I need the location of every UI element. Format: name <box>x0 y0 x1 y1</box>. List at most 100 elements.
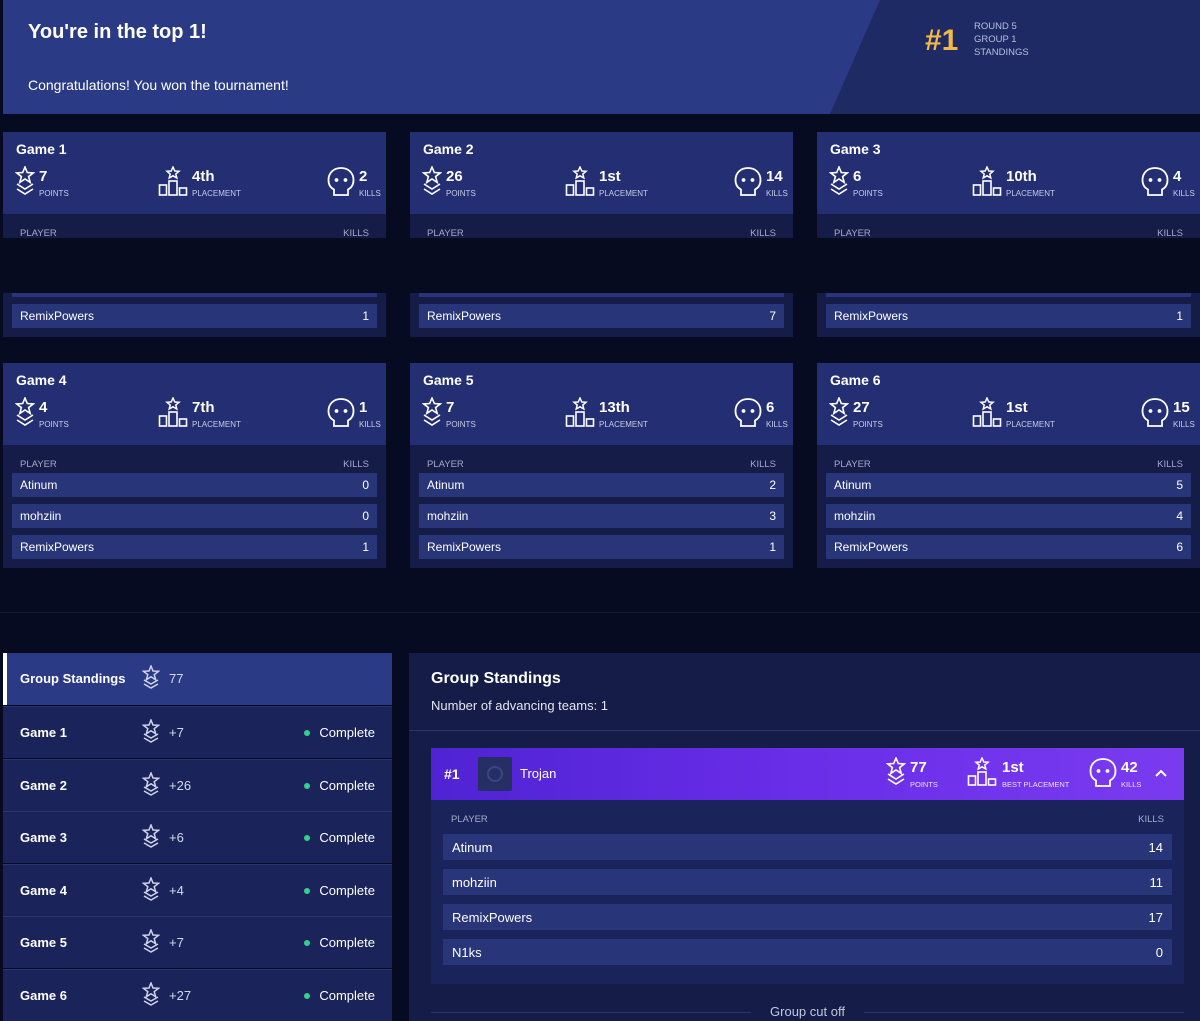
panel-divider <box>409 730 1200 731</box>
skull-icon <box>327 397 355 434</box>
sidebar-item-group-standings[interactable]: Group Standings 77 <box>3 653 392 705</box>
player-name: RemixPowers <box>20 540 95 554</box>
points-value: 4 <box>39 399 48 416</box>
team-points-value: 77 <box>910 759 927 776</box>
skull-icon <box>327 166 355 203</box>
player-kills: 5 <box>1176 478 1183 492</box>
chevron-up-icon[interactable] <box>1154 766 1168 785</box>
sidebar-item-label: Game 2 <box>20 777 67 793</box>
sidebar-item-game[interactable]: Game 4 +4 Complete <box>3 863 392 916</box>
points-label: POINTS <box>39 420 69 429</box>
player-kills: 1 <box>769 540 776 554</box>
sidebar-item-game[interactable]: Game 3 +6 Complete <box>3 811 392 864</box>
game-player-table: PLAYER KILLS Atinum 5 mohziin 4 RemixPow… <box>817 445 1200 568</box>
placement-label: PLACEMENT <box>1006 420 1055 429</box>
banner-rank: #1 <box>925 24 959 57</box>
game-title: Game 6 <box>830 372 881 388</box>
skull-icon <box>1141 397 1169 434</box>
result-banner: You're in the top 1! Congratulations! Yo… <box>3 0 1200 114</box>
points-value: 6 <box>853 168 862 185</box>
game-title: Game 3 <box>830 141 881 157</box>
team-player-table: PLAYER KILLS Atinum 14 mohziin 11 RemixP… <box>431 800 1184 965</box>
medal-icon <box>141 980 161 1013</box>
sidebar-item-points: +7 <box>169 725 184 740</box>
player-name: RemixPowers <box>427 309 502 323</box>
player-row: mohziin 3 <box>419 504 784 528</box>
player-name: mohziin <box>452 875 497 890</box>
placement-value: 13th <box>599 399 630 416</box>
player-name: Atinum <box>834 478 872 492</box>
podium-icon <box>972 396 1002 434</box>
game-card-header: Game 4 4 POINTS 7th PLACEMENT 1 KILLS <box>3 363 386 445</box>
player-kills: 2 <box>769 478 776 492</box>
player-column-header: PLAYER <box>834 459 871 470</box>
kills-label: KILLS <box>766 420 788 429</box>
player-name: mohziin <box>427 509 469 523</box>
kills-value: 4 <box>1173 168 1182 185</box>
player-kills: 0 <box>1155 945 1163 960</box>
player-row: RemixPowers 1 <box>419 535 784 559</box>
player-name: RemixPowers <box>427 540 502 554</box>
podium-icon <box>967 756 997 792</box>
player-kills: 14 <box>1148 840 1163 855</box>
points-value: 27 <box>853 399 870 416</box>
status-label: Complete <box>319 725 375 740</box>
skull-icon <box>734 166 762 203</box>
player-row: RemixPowers 1 <box>12 304 377 328</box>
player-row: RemixPowers 7 <box>419 304 784 328</box>
player-name: Atinum <box>427 478 465 492</box>
game-card: Game 3 6 POINTS 10th PLACEMENT 4 KILLS P… <box>817 132 1200 337</box>
kills-column-header: KILLS <box>343 459 369 470</box>
player-column-header: PLAYER <box>20 459 57 470</box>
team-card: #1 Trojan 77 POINTS 1st BEST PLACEMENT 4… <box>431 748 1184 984</box>
game-card: Game 5 7 POINTS 13th PLACEMENT 6 KILLS P… <box>410 363 793 568</box>
player-name: RemixPowers <box>452 910 533 925</box>
skull-icon <box>734 397 762 434</box>
kills-label: KILLS <box>1173 189 1195 198</box>
player-row: Atinum 2 <box>419 473 784 497</box>
table-header: PLAYER KILLS <box>443 800 1172 834</box>
player-name: RemixPowers <box>834 309 909 323</box>
game-title: Game 1 <box>16 141 67 157</box>
kills-label: KILLS <box>359 189 381 198</box>
sidebar-item-points: 77 <box>169 671 184 686</box>
player-row: mohziin 4 <box>826 504 1191 528</box>
player-kills: 17 <box>1148 910 1163 925</box>
game-title: Game 5 <box>423 372 474 388</box>
sidebar-item-label: Game 5 <box>20 935 67 951</box>
team-header[interactable]: #1 Trojan 77 POINTS 1st BEST PLACEMENT 4… <box>431 748 1184 800</box>
sidebar-item-points: +6 <box>169 830 184 846</box>
sidebar-item-points: +27 <box>169 988 192 1003</box>
sidebar-item-game[interactable]: Game 2 +26 Complete <box>3 758 392 811</box>
player-kills: 1 <box>1176 309 1183 323</box>
banner-subtitle: Congratulations! You won the tournament! <box>28 77 289 93</box>
player-column-header: PLAYER <box>451 814 488 825</box>
sidebar-item-game[interactable]: Game 6 +27 Complete <box>3 969 392 1021</box>
skull-icon <box>1089 757 1117 794</box>
team-logo <box>478 757 512 791</box>
sidebar-item-label: Game 3 <box>20 830 67 846</box>
kills-value: 6 <box>766 399 775 416</box>
player-name: RemixPowers <box>834 540 909 554</box>
group-cutoff: Group cut off <box>431 1003 1184 1021</box>
medal-icon <box>421 164 443 203</box>
medal-icon <box>141 823 161 855</box>
game-card-header: Game 6 27 POINTS 1st PLACEMENT 15 KILLS <box>817 363 1200 445</box>
player-kills: 4 <box>1176 509 1183 523</box>
team-points-label: POINTS <box>910 780 938 789</box>
placement-value: 10th <box>1006 168 1037 185</box>
team-player-rows: Atinum 14 mohziin 11 RemixPowers 17 N1ks… <box>443 834 1172 965</box>
game-title: Game 2 <box>423 141 474 157</box>
team-placement-value: 1st <box>1002 759 1024 776</box>
points-value: 7 <box>446 399 455 416</box>
kills-label: KILLS <box>359 420 381 429</box>
points-label: POINTS <box>853 420 883 429</box>
cutoff-line-right <box>864 1012 1184 1013</box>
kills-value: 2 <box>359 168 368 185</box>
skull-icon <box>1141 166 1169 203</box>
sidebar-item-game[interactable]: Game 1 +7 Complete <box>3 706 392 758</box>
player-name: Atinum <box>20 478 58 492</box>
team-best-placement-label: BEST PLACEMENT <box>1002 780 1070 789</box>
sidebar-item-game[interactable]: Game 5 +7 Complete <box>3 916 392 969</box>
sidebar-item-points: +7 <box>169 935 184 951</box>
